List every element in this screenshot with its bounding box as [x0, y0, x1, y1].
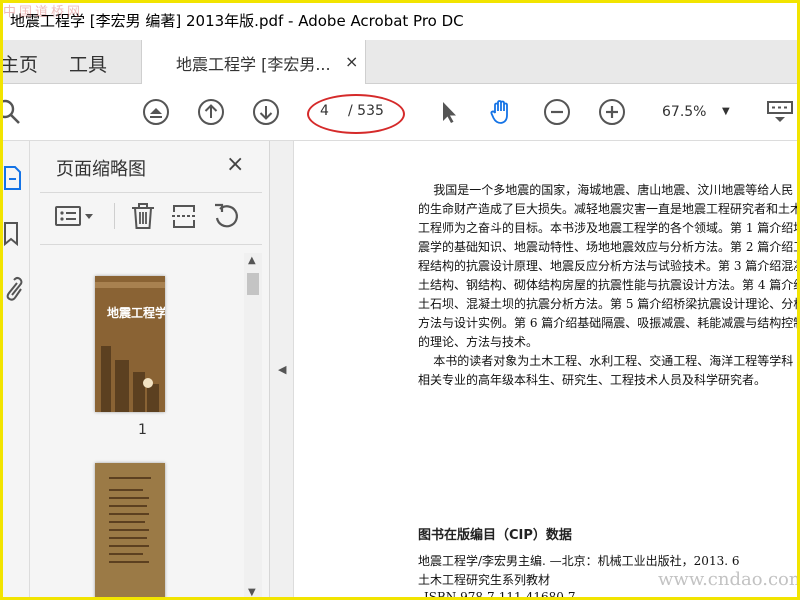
- cip-line: ISBN 978-7-111-41680-7: [424, 590, 576, 600]
- body-text-line: 我国是一个多地震的国家，海城地震、唐山地震、汶川地震等给人民: [418, 183, 794, 197]
- title-bar: 地震工程学 [李宏男 编著] 2013年版.pdf - Adobe Acroba…: [0, 0, 800, 40]
- watermark-top: 中国道桥网: [3, 5, 84, 20]
- page-thumbnails-icon[interactable]: [1, 165, 23, 191]
- zoom-in-icon[interactable]: [598, 98, 626, 126]
- body-text-line: 相关专业的高年级本科生、研究生、工程技术人员及科学研究者。: [418, 373, 767, 387]
- body-text-line: 程结构的抗震设计原理、地震反应分析方法与试验技术。第 3 篇介绍混凝: [418, 259, 800, 273]
- body-text-line: 本书的读者对象为土木工程、水利工程、交通工程、海洋工程等学科: [418, 354, 794, 368]
- select-arrow-icon[interactable]: [434, 98, 462, 126]
- cover-emblem: [143, 378, 153, 388]
- divider: [40, 192, 262, 193]
- page-display-icon[interactable]: [766, 98, 794, 126]
- extract-icon[interactable]: [169, 201, 199, 231]
- thumb-text-line: [109, 505, 147, 507]
- page-number-box[interactable]: 4 / 535: [307, 94, 405, 134]
- body-text-line: 的理论、方法与技术。: [418, 335, 539, 349]
- first-page-icon[interactable]: [142, 98, 170, 126]
- body-text-line: 方法与设计实例。第 6 篇介绍基础隔震、吸振减震、耗能减震与结构控制: [418, 316, 800, 330]
- tab-home[interactable]: 主页: [0, 50, 38, 77]
- toolbar-separator: [114, 203, 115, 229]
- zoom-value[interactable]: 67.5%: [662, 104, 706, 120]
- document-view[interactable]: 我国是一个多地震的国家，海城地震、唐山地震、汶川地震等给人民 的生命财产造成了巨…: [294, 141, 800, 600]
- cover-building: [115, 360, 129, 412]
- body-text-line: 的生命财产造成了巨大损失。减轻地震灾害一直是地震工程研究者和土木: [418, 202, 800, 216]
- thumb-text-line: [109, 537, 147, 539]
- panel-collapse-strip[interactable]: ◀: [270, 141, 294, 600]
- thumbnail-panel: 页面缩略图 × 地震工程学 1 ▲ ▼: [30, 141, 270, 600]
- prev-page-icon[interactable]: [197, 98, 225, 126]
- tab-document[interactable]: 地震工程学 [李宏男... ×: [141, 40, 366, 84]
- panel-close-icon[interactable]: ×: [226, 152, 244, 177]
- tab-document-label: 地震工程学 [李宏男...: [176, 55, 331, 74]
- zoom-dropdown-caret-icon[interactable]: ▼: [722, 106, 730, 117]
- body-text-line: 工程师为之奋斗的目标。本书涉及地震工程学的各个领域。第 1 篇介绍地: [418, 221, 800, 235]
- cover-building: [101, 346, 111, 412]
- cover-building: [147, 384, 159, 412]
- thumb-text-line: [109, 561, 149, 563]
- thumb-text-line: [109, 497, 149, 499]
- tab-close-icon[interactable]: ×: [345, 52, 358, 71]
- tab-tools[interactable]: 工具: [69, 50, 107, 77]
- body-text-line: 震学的基础知识、地震动特性、场地地震效应与分析方法。第 2 篇介绍工: [418, 240, 800, 254]
- cip-line: 土木工程研究生系列教材: [418, 573, 551, 587]
- thumbnail-page-number: 1: [138, 422, 147, 438]
- bookmark-icon[interactable]: [1, 221, 23, 247]
- collapse-panel-icon[interactable]: ◀: [278, 363, 286, 376]
- watermark-bottom: www.cndao.com: [658, 569, 800, 590]
- zoom-out-icon[interactable]: [543, 98, 571, 126]
- toolbar: 4 / 535 67.5% ▼: [0, 84, 800, 141]
- page-thumbnail-2[interactable]: [95, 463, 165, 600]
- cover-band: [95, 282, 165, 288]
- cip-line: 地震工程学/李宏男主编. —北京：机械工业出版社，2013. 6: [418, 554, 740, 568]
- search-icon[interactable]: [0, 98, 22, 126]
- attachment-icon[interactable]: [1, 275, 23, 303]
- thumb-text-line: [109, 553, 143, 555]
- hand-tool-icon[interactable]: [487, 98, 515, 126]
- divider: [40, 244, 262, 245]
- scroll-up-icon[interactable]: ▲: [248, 255, 256, 266]
- thumb-text-line: [109, 489, 143, 491]
- rotate-icon[interactable]: [211, 201, 241, 231]
- thumb-text-line: [109, 513, 149, 515]
- thumb-text-line: [109, 529, 149, 531]
- body-text-line: 土结构、钢结构、砌体结构房屋的抗震性能与抗震设计方法。第 4 篇介绍: [418, 278, 800, 292]
- next-page-icon[interactable]: [252, 98, 280, 126]
- thumbnail-scrollbar[interactable]: ▲ ▼: [244, 253, 262, 600]
- scrollbar-thumb[interactable]: [247, 273, 259, 295]
- scroll-down-icon[interactable]: ▼: [248, 587, 256, 598]
- cover-title: 地震工程学: [107, 306, 165, 320]
- thumb-text-line: [109, 477, 151, 479]
- delete-icon[interactable]: [128, 201, 158, 231]
- thumb-text-line: [109, 545, 149, 547]
- panel-title: 页面缩略图: [56, 159, 146, 180]
- options-menu-icon[interactable]: [54, 201, 98, 231]
- tab-bar: 主页 工具 地震工程学 [李宏男... ×: [0, 40, 800, 84]
- left-navigation-rail: [0, 141, 30, 600]
- cover-building: [133, 372, 145, 412]
- page-thumbnail-1[interactable]: 地震工程学: [95, 276, 165, 412]
- body-text-line: 土石坝、混凝土坝的抗震分析方法。第 5 篇介绍桥梁抗震设计理论、分析: [418, 297, 800, 311]
- thumb-text-line: [109, 521, 145, 523]
- red-annotation-oval: [307, 94, 405, 134]
- cip-heading: 图书在版编目（CIP）数据: [418, 528, 572, 543]
